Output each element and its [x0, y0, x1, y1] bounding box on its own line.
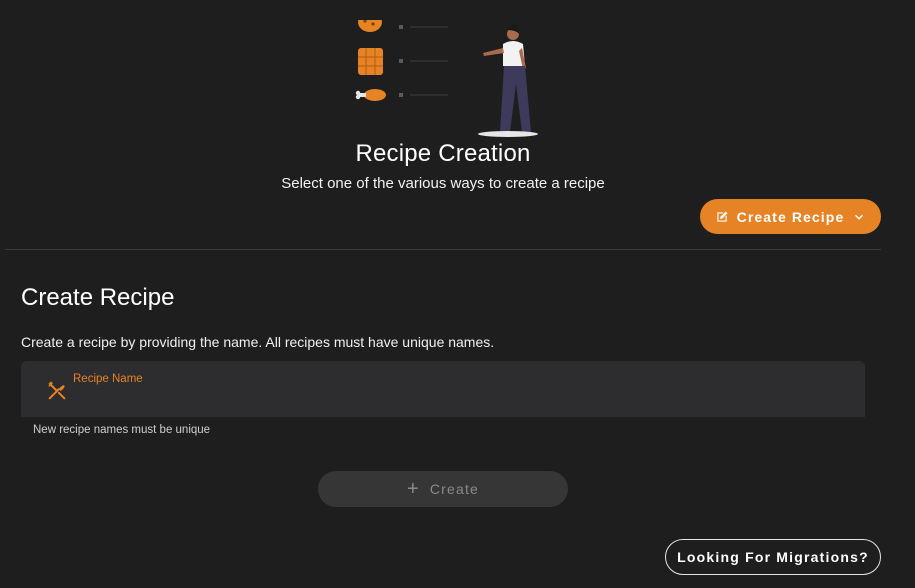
- chevron-down-icon: [852, 210, 866, 224]
- create-recipe-menu-button[interactable]: Create Recipe: [700, 199, 881, 234]
- section-description: Create a recipe by providing the name. A…: [21, 334, 495, 350]
- create-recipe-label: Create Recipe: [736, 208, 845, 225]
- plus-icon: +: [406, 478, 420, 500]
- page-subtitle: Select one of the various ways to create…: [281, 175, 605, 192]
- edit-square-icon: [715, 210, 729, 224]
- create-button[interactable]: + Create: [318, 471, 568, 507]
- migrations-label: Looking For Migrations?: [677, 549, 869, 565]
- recipe-name-field[interactable]: Recipe Name: [21, 361, 865, 417]
- hero-illustration: [350, 0, 540, 140]
- section-title: Create Recipe: [21, 284, 175, 311]
- page-title: Recipe Creation: [355, 140, 531, 167]
- recipe-name-input[interactable]: [73, 389, 837, 411]
- field-hint: New recipe names must be unique: [33, 424, 211, 436]
- create-label: Create: [429, 481, 480, 497]
- section-divider: [5, 249, 881, 250]
- fork-knife-icon: [46, 380, 68, 402]
- recipe-name-label: Recipe Name: [73, 373, 143, 385]
- looking-for-migrations-button[interactable]: Looking For Migrations?: [665, 539, 881, 575]
- recipe-illustration: [355, 8, 538, 137]
